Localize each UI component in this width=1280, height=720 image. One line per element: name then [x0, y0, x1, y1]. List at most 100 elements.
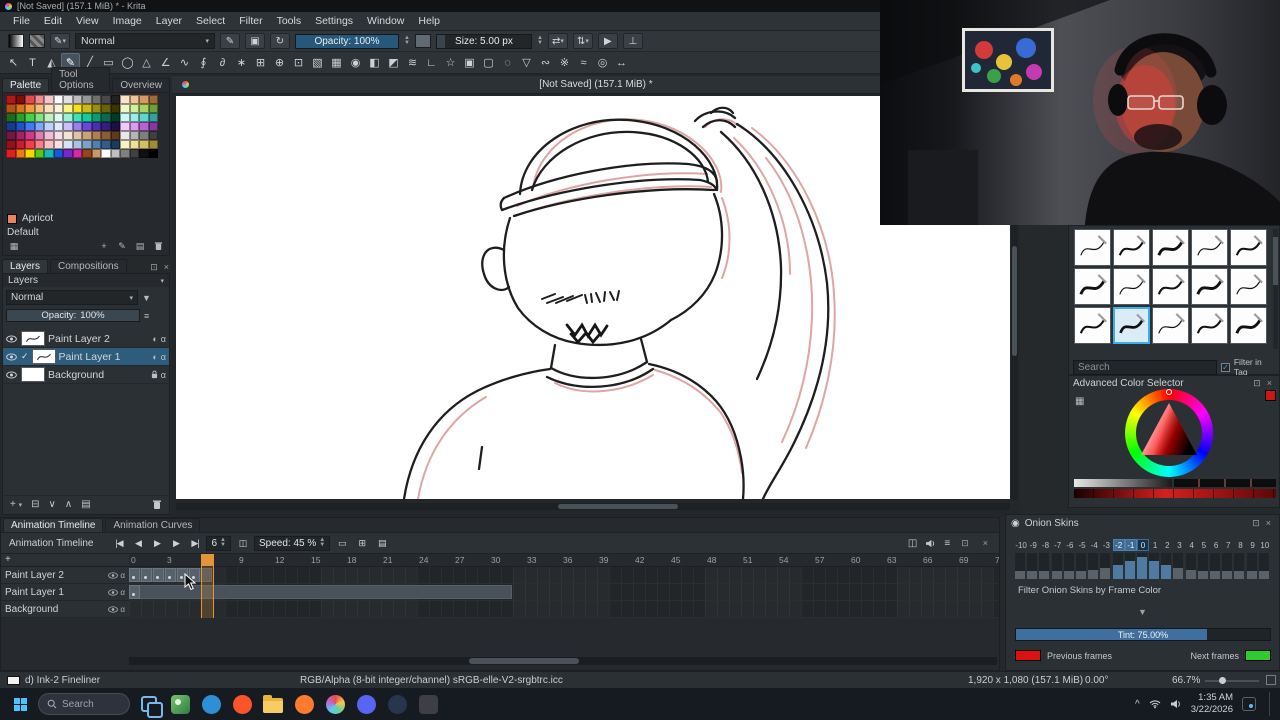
palette-swatch[interactable] [148, 104, 158, 113]
shade-strip-red[interactable] [1074, 489, 1276, 498]
palette-swatch[interactable] [120, 95, 130, 104]
menu-image[interactable]: Image [106, 14, 149, 28]
assistants-tool[interactable]: ☆ [441, 53, 460, 72]
audio-icon[interactable] [925, 539, 936, 548]
volume-icon[interactable] [1170, 699, 1182, 709]
onion-opacity-slider[interactable] [1112, 553, 1123, 579]
brush-preset-chip[interactable] [7, 676, 20, 685]
layer-properties-button[interactable]: ▤ [81, 499, 90, 510]
palette-swatch[interactable] [72, 113, 82, 122]
menu-window[interactable]: Window [360, 14, 411, 28]
layer-row-background[interactable]: Background α [3, 366, 169, 384]
onion-offset-8[interactable]: 8 [1234, 539, 1246, 551]
tab-tool-options[interactable]: Tool Options [51, 67, 111, 92]
next-frames-color-swatch[interactable] [1245, 650, 1271, 661]
palette-swatch[interactable] [34, 104, 44, 113]
reload-preset-button[interactable]: ↻ [270, 33, 290, 49]
tab-compositions[interactable]: Compositions [50, 259, 127, 273]
palette-swatch[interactable] [6, 95, 16, 104]
filter-tag-checkbox[interactable]: ✓ [1220, 362, 1230, 372]
onion-offset-0[interactable]: 0 [1136, 539, 1150, 551]
palette-swatch[interactable] [139, 140, 149, 149]
brush-preset[interactable] [1191, 307, 1228, 344]
delete-layer-button[interactable] [152, 499, 162, 510]
onion-offset-1[interactable]: 1 [1149, 539, 1161, 551]
palette-swatch[interactable] [63, 113, 73, 122]
onion-opacity-slider[interactable] [1234, 553, 1245, 579]
onion-offset--4[interactable]: -4 [1088, 539, 1100, 551]
palette-swatch[interactable] [25, 95, 35, 104]
taskbar-search-input[interactable] [62, 698, 118, 710]
tab-animation-curves[interactable]: Animation Curves [105, 518, 201, 532]
add-duplicate-frame-button[interactable]: ⊞ [353, 535, 370, 551]
color-sampler-tool[interactable]: ◉ [346, 53, 365, 72]
float-docker-icon[interactable]: ⊡ [1250, 378, 1264, 389]
menu-file[interactable]: File [6, 14, 37, 28]
fill-tool[interactable]: ◧ [365, 53, 384, 72]
palette-swatch[interactable] [15, 140, 25, 149]
hue-ring[interactable] [1125, 389, 1213, 477]
snap-assistants-button[interactable]: ⊥ [622, 33, 643, 49]
palette-swatch[interactable] [129, 113, 139, 122]
palette-swatch[interactable] [72, 104, 82, 113]
keyframe[interactable] [141, 568, 152, 582]
palette-swatch[interactable] [15, 95, 25, 104]
palette-swatch[interactable] [15, 113, 25, 122]
rect-select-tool[interactable]: ▢ [479, 53, 498, 72]
timeline-menu-icon[interactable]: ≡ [944, 538, 950, 549]
palette-swatch[interactable] [6, 131, 16, 140]
move-tool[interactable]: ⊕ [270, 53, 289, 72]
visibility-toggle-icon[interactable] [6, 371, 18, 379]
palette-swatch[interactable] [63, 95, 73, 104]
palette-swatch[interactable] [53, 122, 63, 131]
onion-opacity-slider[interactable] [1051, 553, 1062, 579]
close-docker-icon[interactable]: × [1263, 518, 1274, 529]
palette-swatch[interactable] [72, 131, 82, 140]
crop-tool[interactable]: ⊡ [289, 53, 308, 72]
brush-preset[interactable] [1074, 268, 1111, 305]
keyframe[interactable] [153, 568, 164, 582]
palette-swatch[interactable] [148, 131, 158, 140]
onion-offset--2[interactable]: -2 [1112, 539, 1125, 551]
timeline-frame-grid[interactable] [129, 567, 999, 618]
palette-swatch[interactable] [63, 122, 73, 131]
keyframe[interactable] [129, 568, 140, 582]
palette-swatch[interactable] [25, 104, 35, 113]
palette-swatch[interactable] [63, 140, 73, 149]
chevron-down-icon[interactable]: ▾ [160, 277, 164, 285]
foreground-color-swatch[interactable] [1265, 390, 1276, 401]
onion-offset--8[interactable]: -8 [1039, 539, 1051, 551]
palette-swatch[interactable] [82, 149, 92, 158]
keyframe[interactable] [165, 568, 176, 582]
onion-opacity-slider[interactable] [1027, 553, 1038, 579]
onion-offset-9[interactable]: 9 [1247, 539, 1259, 551]
palette-swatch[interactable] [44, 149, 54, 158]
mirror-vertical-button[interactable]: ⇅ ▾ [572, 33, 593, 49]
palette-swatch[interactable] [91, 113, 101, 122]
skip-to-end-button[interactable]: ▶| [186, 535, 203, 551]
brush-preset[interactable] [1230, 268, 1267, 305]
palette-swatch[interactable] [110, 122, 120, 131]
text-tool[interactable]: T [23, 53, 42, 72]
add-color-button[interactable]: + [97, 240, 111, 252]
transform-tool[interactable]: ⊞ [251, 53, 270, 72]
onion-opacity-slider[interactable] [1088, 553, 1099, 579]
steam-app-taskbar-icon[interactable] [384, 691, 410, 717]
float-docker-icon[interactable]: ⊡ [147, 262, 161, 273]
palette-swatch[interactable] [44, 95, 54, 104]
palette-swatch[interactable] [82, 122, 92, 131]
palette-swatch[interactable] [72, 149, 82, 158]
onion-opacity-slider[interactable] [1039, 553, 1050, 579]
palette-swatch[interactable] [139, 149, 149, 158]
palette-swatch[interactable] [6, 122, 16, 131]
menu-view[interactable]: View [69, 14, 106, 28]
timeline-horizontal-scrollbar[interactable] [129, 657, 997, 665]
preset-scrollbar[interactable] [1273, 229, 1278, 349]
task-view-taskbar-icon[interactable] [136, 691, 163, 718]
onion-offset--9[interactable]: -9 [1027, 539, 1039, 551]
discord-app-taskbar-icon[interactable] [353, 691, 379, 717]
blending-mode-select[interactable]: Normal ▾ [75, 33, 215, 49]
duplicate-layer-button[interactable]: ⊟ [31, 499, 39, 510]
keyframe[interactable] [129, 585, 140, 599]
frame-row[interactable] [129, 601, 999, 618]
